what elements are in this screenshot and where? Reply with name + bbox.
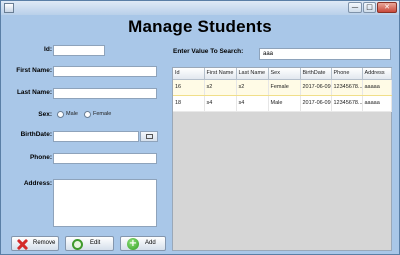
cell-birthdate: 2017-06-09 — [300, 95, 332, 112]
cell-first-name: s4 — [204, 95, 237, 112]
cell-sex: Female — [268, 78, 301, 96]
table-row[interactable]: 18 s4 s4 Male 2017-06-09 12345678... aaa… — [173, 95, 392, 112]
add-icon: + — [127, 238, 139, 250]
calendar-icon — [146, 134, 153, 139]
column-header-first-name[interactable]: First Name — [204, 68, 237, 80]
edit-button-label: Edit — [90, 240, 101, 246]
page-title: Manage Students — [128, 17, 272, 36]
phone-label: Phone: — [29, 154, 52, 161]
main-panel: Manage Students Id: First Name: Last Nam… — [5, 15, 395, 252]
last-name-label: Last Name: — [16, 89, 52, 96]
maximize-button[interactable]: □ — [363, 2, 376, 13]
female-radio-label: Female — [93, 111, 112, 117]
cell-last-name: s2 — [236, 78, 269, 96]
edit-icon — [72, 239, 83, 250]
cell-last-name: s4 — [236, 95, 269, 112]
minimize-button[interactable]: — — [348, 2, 362, 13]
address-label: Address: — [23, 180, 52, 187]
add-button-label: Add — [145, 240, 156, 246]
edit-button[interactable]: Edit — [65, 236, 114, 251]
cell-id: 18 — [173, 95, 205, 112]
students-table: Id First Name Last Name Sex BirthDate Ph… — [172, 67, 392, 251]
cell-phone: 12345678... — [331, 95, 363, 112]
table-row[interactable]: 16 s2 s2 Female 2017-06-09 12345678... a… — [173, 78, 392, 96]
column-header-address[interactable]: Address — [362, 68, 392, 80]
female-radio[interactable] — [84, 111, 91, 118]
last-name-field[interactable] — [53, 88, 157, 99]
cell-address: aaaaa — [362, 95, 392, 112]
column-header-last-name[interactable]: Last Name — [236, 68, 269, 80]
birthdate-field[interactable] — [53, 131, 139, 142]
male-radio-label: Male — [66, 111, 78, 117]
table-header-row: Id First Name Last Name Sex BirthDate Ph… — [173, 68, 392, 80]
first-name-field[interactable] — [53, 66, 157, 77]
cell-phone: 12345678... — [331, 78, 363, 96]
phone-field[interactable] — [53, 153, 157, 164]
title-bar: — □ ✕ — [1, 1, 399, 15]
app-icon — [4, 3, 14, 13]
application-window: — □ ✕ Manage Students Id: First Name: La… — [0, 0, 400, 255]
cell-birthdate: 2017-06-09 — [300, 78, 332, 96]
column-header-id[interactable]: Id — [173, 68, 205, 80]
cell-id: 16 — [173, 78, 205, 96]
add-button[interactable]: + Add — [120, 236, 166, 251]
birthdate-label: BirthDate: — [20, 131, 52, 138]
remove-button[interactable]: Remove — [11, 236, 59, 251]
cell-first-name: s2 — [204, 78, 237, 96]
search-label: Enter Value To Search: — [173, 48, 244, 55]
close-button[interactable]: ✕ — [377, 2, 397, 13]
column-header-birthdate[interactable]: BirthDate — [300, 68, 332, 80]
cell-address: aaaaa — [362, 78, 392, 96]
cell-sex: Male — [268, 95, 301, 112]
remove-button-label: Remove — [33, 240, 56, 246]
sex-label: Sex: — [38, 111, 52, 118]
date-picker-button[interactable] — [140, 131, 158, 142]
column-header-sex[interactable]: Sex — [268, 68, 301, 80]
address-textarea[interactable] — [53, 179, 157, 227]
id-field[interactable] — [53, 45, 105, 56]
column-header-phone[interactable]: Phone — [331, 68, 363, 80]
first-name-label: First Name: — [16, 67, 52, 74]
id-label: Id: — [44, 46, 52, 53]
remove-icon — [17, 239, 28, 250]
male-radio[interactable] — [57, 111, 64, 118]
search-input[interactable]: aaa — [259, 48, 391, 60]
